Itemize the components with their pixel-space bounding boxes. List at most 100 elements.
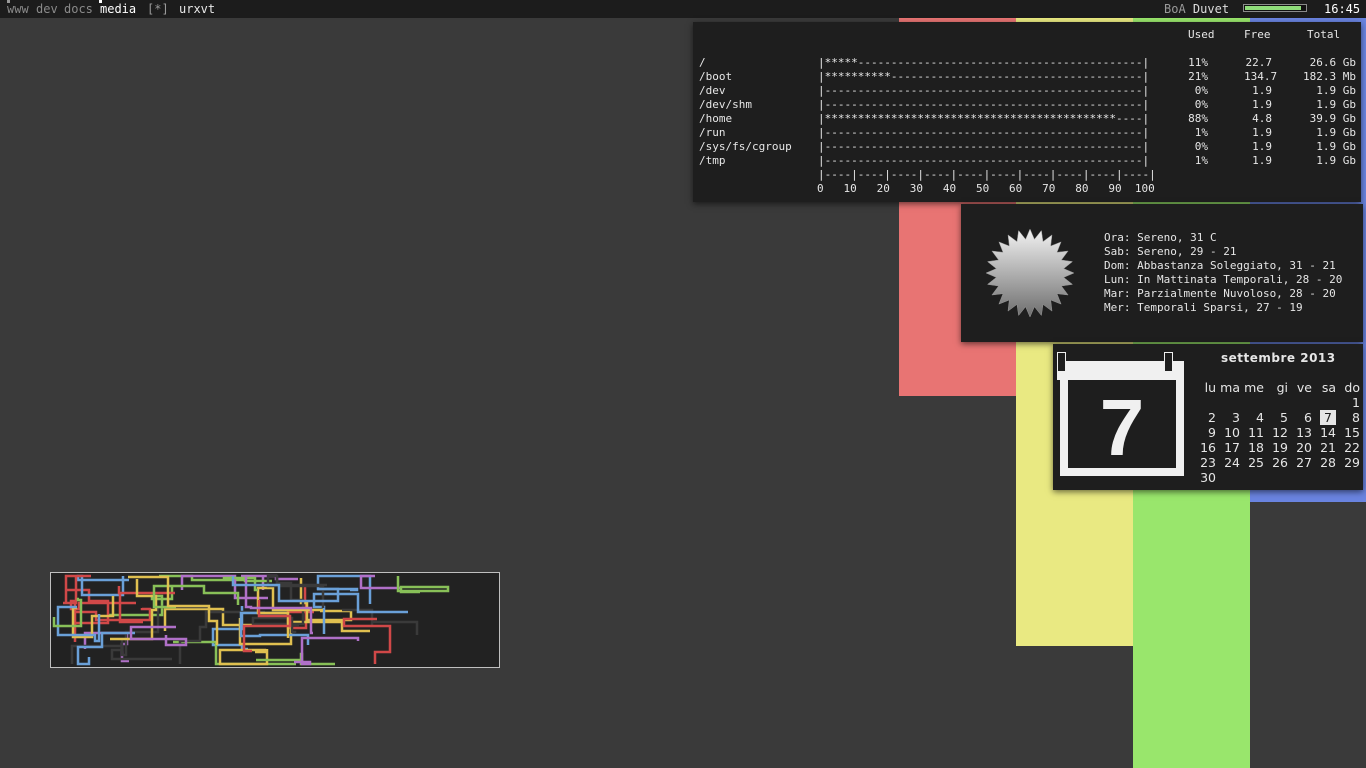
calendar-day[interactable]: 12 (1264, 425, 1288, 440)
song-title: Duvet (1192, 2, 1230, 16)
disk-mount: / (699, 56, 706, 69)
disk-mount: /boot (699, 70, 733, 83)
weather-line: Mer: Temporali Sparsi, 27 - 19 (1104, 301, 1303, 314)
calendar-day[interactable]: 17 (1216, 440, 1240, 455)
calendar-day[interactable]: 1 (1336, 395, 1360, 410)
disk-used: 88% (1188, 112, 1208, 125)
now-playing: BoA Duvet (1164, 0, 1229, 18)
disk-header-used: Used (1188, 28, 1215, 41)
volume-bar[interactable] (1243, 4, 1307, 12)
song-artist: BoA (1164, 2, 1186, 16)
calendar-day[interactable]: 20 (1288, 440, 1312, 455)
disk-used: 11% (1188, 56, 1208, 69)
calendar-day[interactable]: 5 (1264, 410, 1288, 425)
disk-total: 26.6 Gb (1309, 56, 1356, 69)
disk-scale-line: |----|----|----|----|----|----|----|----… (818, 168, 1156, 181)
calendar-day[interactable]: 10 (1216, 425, 1240, 440)
calendar-day[interactable]: 25 (1240, 455, 1264, 470)
disk-free: 1.9 (1252, 140, 1272, 153)
pipe-segment (152, 584, 240, 609)
calendar-day[interactable]: 9 (1192, 425, 1216, 440)
disk-scale-labels: 0 10 20 30 40 50 60 70 80 90 100 (817, 182, 1155, 195)
disk-used: 1% (1194, 154, 1208, 167)
disk-free: 1.9 (1252, 84, 1272, 97)
pipe-segment (359, 574, 402, 590)
calendar-day[interactable]: 8 (1336, 410, 1360, 425)
calendar-day[interactable]: 23 (1192, 455, 1216, 470)
pipe-segment (222, 576, 258, 592)
disk-usage-bar: |***************************************… (818, 112, 1150, 125)
pipe-segment (294, 636, 360, 666)
calendar-day[interactable]: 13 (1288, 425, 1312, 440)
calendar-day[interactable]: 3 (1216, 410, 1240, 425)
sun-icon (985, 228, 1075, 318)
weather-line: Ora: Sereno, 31 C (1104, 231, 1217, 244)
volume-fill (1245, 6, 1301, 10)
calendar-day[interactable]: 14 (1312, 425, 1336, 440)
calendar-day[interactable]: 16 (1192, 440, 1216, 455)
workspace-docs[interactable]: docs (64, 0, 93, 18)
pipes-graphic (52, 574, 450, 666)
calendar-day[interactable]: 6 (1288, 410, 1312, 425)
disk-header-free: Free (1244, 28, 1271, 41)
calendar-weekday: sa (1321, 380, 1336, 395)
disk-free: 4.8 (1252, 112, 1272, 125)
disk-usage-bar: |**********-----------------------------… (818, 70, 1150, 83)
calendar-day[interactable]: 22 (1336, 440, 1360, 455)
calendar-day[interactable]: 21 (1312, 440, 1336, 455)
pipe-segment (342, 617, 392, 664)
disk-used: 1% (1194, 126, 1208, 139)
calendar-day[interactable]: 18 (1240, 440, 1264, 455)
disk-used: 0% (1194, 84, 1208, 97)
weather-line: Mar: Parzialmente Nuvoloso, 28 - 20 (1104, 287, 1336, 300)
calendar-day-today[interactable]: 7 (1320, 410, 1336, 425)
disk-free: 22.7 (1245, 56, 1273, 69)
calendar-day[interactable]: 24 (1216, 455, 1240, 470)
disk-free: 1.9 (1252, 98, 1272, 111)
calendar-day[interactable]: 11 (1240, 425, 1264, 440)
disk-mount: /dev (699, 84, 726, 97)
disk-total: 1.9 Gb (1316, 98, 1356, 111)
disk-usage-bar: |---------------------------------------… (818, 140, 1150, 153)
layout-indicator[interactable]: [*] (147, 0, 169, 18)
calendar-day[interactable]: 15 (1336, 425, 1360, 440)
calendar-weekday: ma (1220, 380, 1240, 395)
calendar-day[interactable]: 27 (1288, 455, 1312, 470)
calendar-day[interactable]: 19 (1264, 440, 1288, 455)
pipes-preview-window[interactable] (50, 572, 500, 668)
workspace-www[interactable]: www (7, 0, 29, 18)
disk-free: 1.9 (1252, 154, 1272, 167)
disk-used: 0% (1194, 98, 1208, 111)
calendar-weekday: me (1244, 380, 1264, 395)
disk-mount: /sys/fs/cgroup (699, 140, 792, 153)
calendar-day[interactable]: 2 (1192, 410, 1216, 425)
disk-total: 182.3 Mb (1303, 70, 1356, 83)
calendar-weekday: ve (1296, 380, 1312, 395)
calendar-day[interactable]: 26 (1264, 455, 1288, 470)
workspace-dev[interactable]: dev (36, 0, 58, 18)
disk-used: 21% (1188, 70, 1208, 83)
disk-mount: /dev/shm (699, 98, 752, 111)
disk-mount: /home (699, 112, 733, 125)
pipe-segment (108, 585, 174, 617)
status-bar: www dev docs media [*] urxvt BoA Duvet 1… (0, 0, 1366, 18)
disk-free: 1.9 (1252, 126, 1272, 139)
disk-usage-bar: |---------------------------------------… (818, 154, 1150, 167)
calendar-weekday: lu (1204, 380, 1216, 395)
disk-usage-bar: |---------------------------------------… (818, 126, 1150, 139)
disk-total: 1.9 Gb (1316, 126, 1356, 139)
calendar-day[interactable]: 29 (1336, 455, 1360, 470)
calendar-day[interactable]: 28 (1312, 455, 1336, 470)
calendar-weekday: gi (1276, 380, 1288, 395)
disk-mount: /tmp (699, 154, 726, 167)
calendar-month-title: settembre 2013 (1221, 351, 1336, 365)
disk-total: 1.9 Gb (1316, 154, 1356, 167)
clock: 16:45 (1324, 2, 1361, 16)
calendar-big-day: 7 (1100, 383, 1145, 472)
calendar-weekday: do (1344, 380, 1360, 395)
calendar-day[interactable]: 4 (1240, 410, 1264, 425)
calendar-day[interactable]: 30 (1192, 470, 1216, 485)
disk-total: 1.9 Gb (1316, 84, 1356, 97)
disk-used: 0% (1194, 140, 1208, 153)
workspace-media[interactable]: media (100, 0, 136, 18)
